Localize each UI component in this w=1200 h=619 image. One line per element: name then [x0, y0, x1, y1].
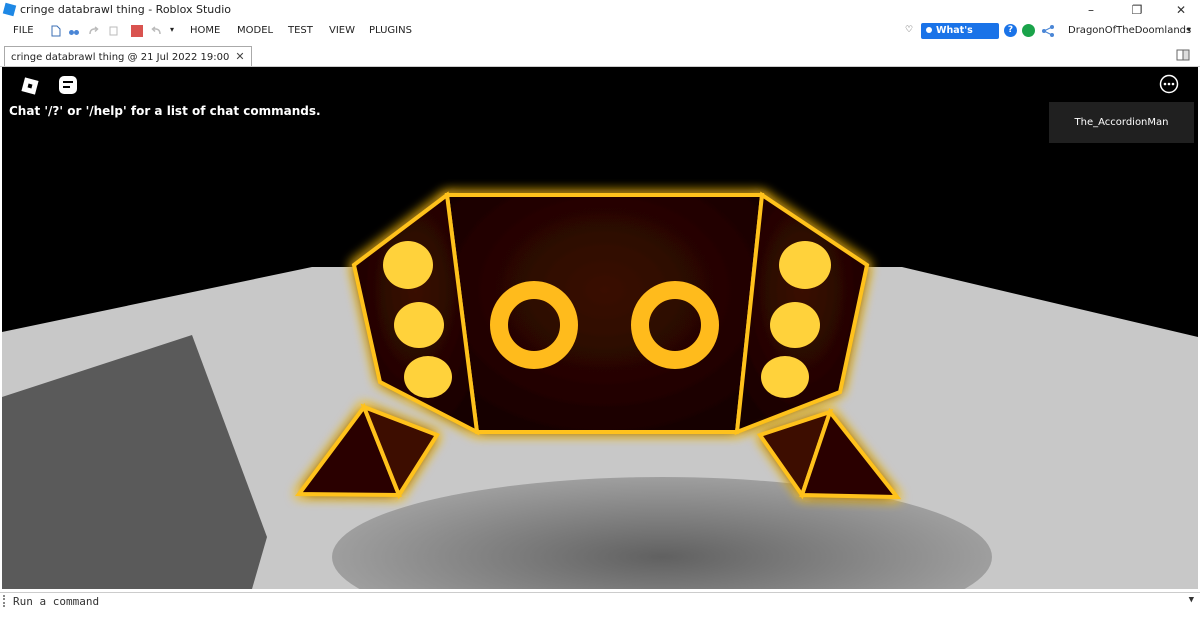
command-input[interactable]: Run a command	[13, 595, 99, 608]
player-list-entry[interactable]: The_AccordionMan	[1049, 102, 1194, 143]
stop-icon[interactable]	[131, 25, 143, 37]
menu-file[interactable]: FILE	[13, 25, 34, 36]
menu-test[interactable]: TEST	[288, 25, 313, 36]
menu-bar: FILE ▾ HOME MODEL TEST VIEW PLUGINS ♡ Wh…	[0, 20, 1200, 52]
new-file-icon[interactable]	[50, 25, 62, 37]
redo-arrow-icon[interactable]	[88, 25, 100, 37]
menu-view[interactable]: VIEW	[329, 25, 355, 36]
menu-home[interactable]: HOME	[190, 25, 220, 36]
menu-plugins[interactable]: PLUGINS	[369, 25, 412, 36]
tab-label: cringe databrawl thing @ 21 Jul 2022 19:…	[11, 52, 230, 63]
document-tab-bar: cringe databrawl thing @ 21 Jul 2022 19:…	[0, 44, 1200, 67]
tab-close-icon[interactable]: ✕	[235, 50, 244, 63]
user-dropdown-icon[interactable]: ▾	[1187, 25, 1191, 34]
command-dropdown-icon[interactable]: ▼	[1189, 595, 1194, 605]
chat-icon[interactable]	[57, 74, 79, 96]
game-viewport[interactable]: Chat '/?' or '/help' for a list of chat …	[2, 67, 1198, 589]
grip-handle-icon[interactable]	[3, 595, 7, 607]
more-options-icon[interactable]	[1159, 74, 1179, 94]
heart-chevron-icon[interactable]: ♡	[905, 25, 913, 35]
command-bar[interactable]: Run a command ▼	[0, 592, 1200, 611]
undo-arrow-icon[interactable]	[150, 25, 162, 37]
binoculars-icon[interactable]	[68, 25, 80, 37]
whats-new-dot-icon	[926, 26, 932, 33]
minimize-button[interactable]: –	[1076, 0, 1106, 20]
roblox-menu-icon[interactable]	[19, 75, 41, 97]
status-icon[interactable]	[1022, 24, 1035, 37]
close-window-button[interactable]: ✕	[1166, 0, 1196, 20]
roblox-studio-logo-icon	[2, 2, 17, 17]
menu-model[interactable]: MODEL	[237, 25, 273, 36]
title-bar: cringe databrawl thing - Roblox Studio –…	[0, 0, 1200, 20]
chat-hint-text: Chat '/?' or '/help' for a list of chat …	[9, 104, 321, 118]
window-title: cringe databrawl thing - Roblox Studio	[20, 3, 232, 16]
restore-button[interactable]: ❐	[1122, 0, 1152, 20]
help-icon[interactable]: ?	[1004, 24, 1017, 37]
dock-panel-icon[interactable]	[1176, 48, 1190, 62]
username[interactable]: DragonOfTheDoomlands	[1068, 25, 1191, 36]
whats-new-button[interactable]: What's New	[921, 23, 999, 52]
scene-render	[2, 191, 1198, 589]
publish-icon[interactable]	[108, 25, 120, 37]
neon-speaker-body	[351, 191, 870, 436]
tab-place[interactable]: cringe databrawl thing @ 21 Jul 2022 19:…	[4, 46, 252, 66]
customize-dropdown-icon[interactable]: ▾	[170, 25, 174, 34]
share-icon[interactable]	[1041, 24, 1055, 38]
